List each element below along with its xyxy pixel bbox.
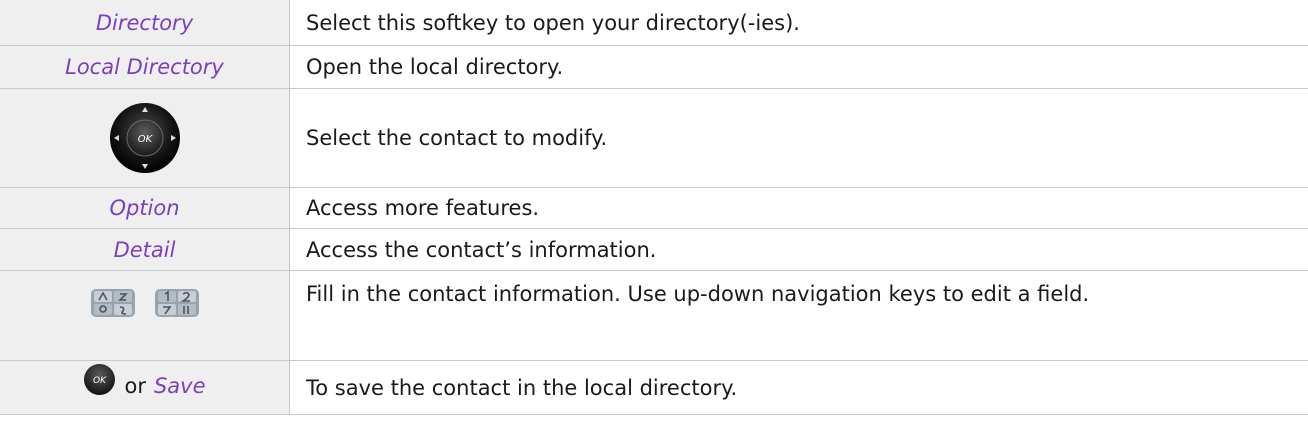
row-description: Select this softkey to open your directo… <box>289 0 1308 46</box>
table-row: Directory Select this softkey to open yo… <box>0 0 1308 46</box>
table-row: Fill in the contact information. Use up-… <box>0 270 1308 361</box>
row-description: Fill in the contact information. Use up-… <box>289 270 1308 361</box>
row-description: Access the contact’s information. <box>289 228 1308 271</box>
softkey-detail: Detail <box>0 228 290 271</box>
table-row: Local Directory Open the local directory… <box>0 45 1308 89</box>
table-row: Detail Access the contact’s information. <box>0 228 1308 271</box>
ok-or-save: OK or Save <box>83 363 206 399</box>
softkey-label: Detail <box>113 237 176 262</box>
table-row: OK Select the contact to modify. <box>0 88 1308 188</box>
navigation-pad-icon: OK <box>109 103 180 173</box>
row-description: To save the contact in the local directo… <box>289 360 1308 415</box>
keypad-cell <box>0 270 290 361</box>
row-description: Access more features. <box>289 187 1308 229</box>
numeric-keypad-icon <box>154 288 199 317</box>
ok-or-save-cell: OK or Save <box>0 360 290 415</box>
softkey-label: Local Directory <box>65 55 224 79</box>
softkey-save: Save <box>153 374 206 399</box>
table-row: OK or Save To save the contact in the lo… <box>0 360 1308 415</box>
or-text: or <box>124 374 146 399</box>
row-description: Select the contact to modify. <box>289 88 1308 188</box>
softkey-label: Option <box>109 196 180 220</box>
row-description: Open the local directory. <box>289 45 1308 89</box>
ok-label: OK <box>93 376 107 386</box>
keypad-icons <box>90 288 200 318</box>
table-row: Option Access more features. <box>0 187 1308 229</box>
ok-label: OK <box>137 134 153 145</box>
alpha-keypad-icon <box>90 288 135 317</box>
softkey-label: Directory <box>95 10 194 35</box>
softkey-directory: Directory <box>0 0 290 46</box>
navigation-key-cell: OK <box>0 88 290 188</box>
ok-button-icon: OK <box>84 363 116 395</box>
softkey-local-directory: Local Directory <box>0 45 290 89</box>
instruction-table: Directory Select this softkey to open yo… <box>0 0 1308 415</box>
softkey-option: Option <box>0 187 290 229</box>
